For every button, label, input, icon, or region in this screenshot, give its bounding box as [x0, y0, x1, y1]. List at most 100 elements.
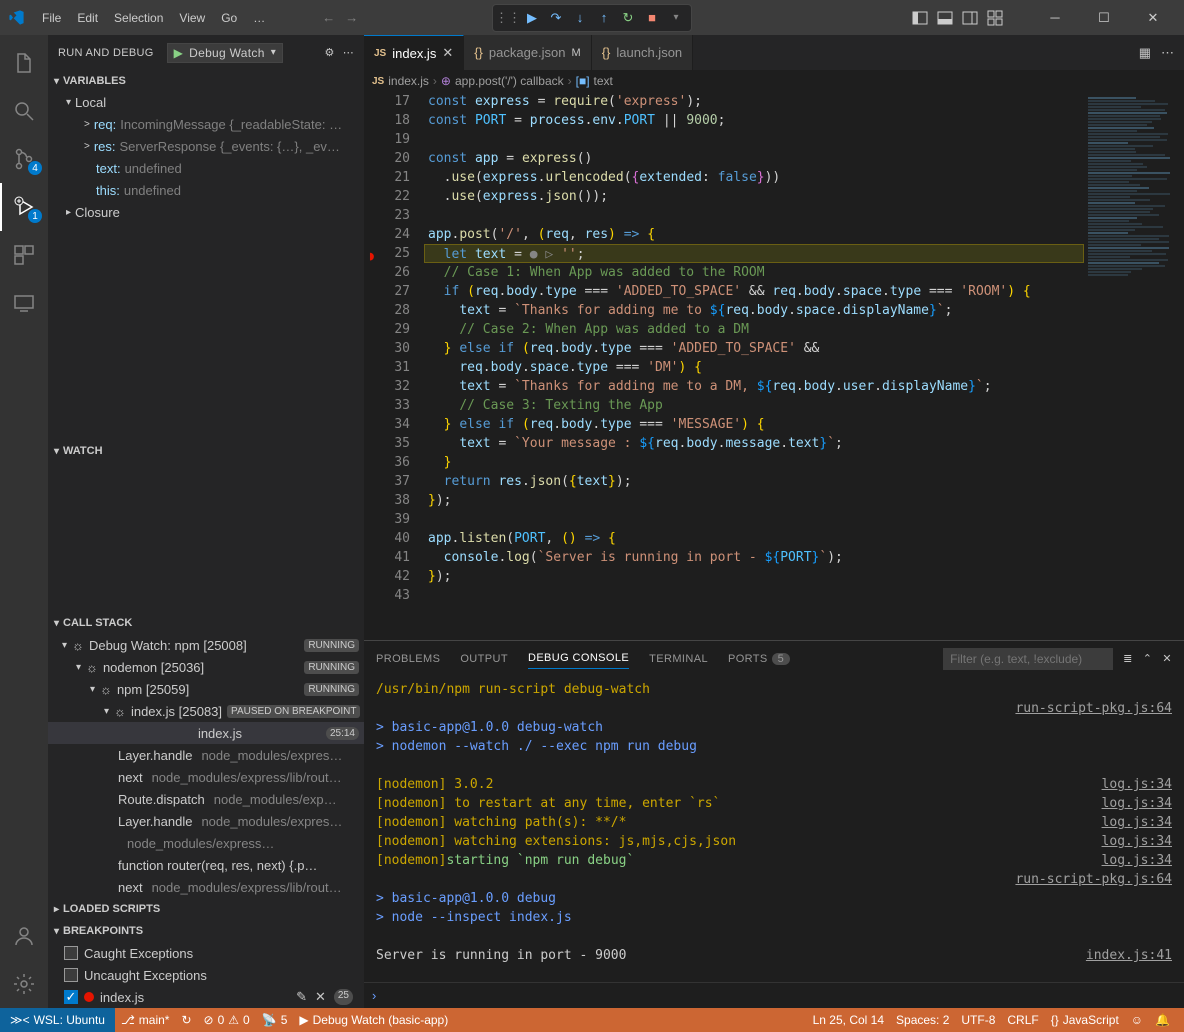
run-debug-icon[interactable]: 1: [0, 183, 48, 231]
panel-tab-terminal[interactable]: TERMINAL: [649, 649, 708, 669]
scope-local[interactable]: ▾Local: [48, 92, 364, 114]
menu-selection[interactable]: Selection: [107, 7, 170, 29]
callstack-row[interactable]: Layer.handlenode_modules/expres…: [48, 810, 364, 832]
indent-indicator[interactable]: Spaces: 2: [890, 1013, 955, 1027]
console-line: [nodemon] watching path(s): **/*log.js:3…: [376, 813, 1172, 832]
callstack-row[interactable]: ▾☼npm [25059]RUNNING: [48, 678, 364, 700]
menu-…[interactable]: …: [246, 7, 272, 29]
feedback-icon[interactable]: ☺: [1125, 1013, 1149, 1027]
step-into-icon[interactable]: ↓: [568, 6, 592, 30]
step-out-icon[interactable]: ↑: [592, 6, 616, 30]
scope-closure[interactable]: ▸Closure: [48, 202, 364, 222]
checkbox-icon[interactable]: ✓: [64, 990, 78, 1004]
callstack-section[interactable]: ▾CALL STACK: [48, 612, 364, 634]
more-icon[interactable]: ⋯: [343, 46, 354, 59]
bp-file[interactable]: ✓ index.js ✎ ✕ 25: [48, 986, 364, 1008]
callstack-row[interactable]: nextnode_modules/express/lib/rout…: [48, 876, 364, 898]
panel-tab-problems[interactable]: PROBLEMS: [376, 649, 440, 669]
menu-go[interactable]: Go: [214, 7, 244, 29]
debug-config-select[interactable]: ▶ Debug Watch ▾: [167, 43, 283, 63]
console-input[interactable]: ›: [364, 982, 1184, 1008]
tab-index.js[interactable]: JSindex.js✕: [364, 35, 464, 70]
continue-icon[interactable]: ▶: [520, 6, 544, 30]
breadcrumb[interactable]: JS index.js › ⊕ app.post('/') callback ›…: [364, 70, 1184, 92]
menu-file[interactable]: File: [35, 7, 68, 29]
callstack-row[interactable]: index.js25:14: [48, 722, 364, 744]
breakpoints-section[interactable]: ▾BREAKPOINTS: [48, 920, 364, 942]
nav-forward-icon[interactable]: →: [345, 10, 358, 25]
close-panel-icon[interactable]: ✕: [1162, 652, 1172, 665]
close-icon[interactable]: ✕: [442, 45, 453, 61]
search-icon[interactable]: [0, 87, 48, 135]
maximize-button[interactable]: ☐: [1081, 0, 1127, 35]
callstack-row[interactable]: Route.dispatchnode_modules/exp…: [48, 788, 364, 810]
customize-layout-icon[interactable]: [984, 7, 1006, 29]
cursor-position[interactable]: Ln 25, Col 14: [807, 1013, 890, 1027]
preview-icon[interactable]: ▦: [1139, 45, 1151, 61]
variable-row[interactable]: >res:ServerResponse {_events: {…}, _ev…: [48, 136, 364, 158]
source-control-icon[interactable]: 4: [0, 135, 48, 183]
checkbox-icon[interactable]: [64, 946, 78, 960]
callstack-row[interactable]: function router(req, res, next) {.p…: [48, 854, 364, 876]
nav-back-icon[interactable]: ←: [322, 10, 335, 25]
more-icon[interactable]: ⋯: [1161, 45, 1174, 61]
encoding-indicator[interactable]: UTF-8: [955, 1013, 1001, 1027]
loaded-scripts-section[interactable]: ▸LOADED SCRIPTS: [48, 898, 364, 920]
variables-section[interactable]: ▾VARIABLES: [48, 70, 364, 92]
accounts-icon[interactable]: [0, 912, 48, 960]
close-button[interactable]: ✕: [1130, 0, 1176, 35]
checkbox-icon[interactable]: [64, 968, 78, 982]
settings-gear-icon[interactable]: [0, 960, 48, 1008]
filter-input[interactable]: [943, 648, 1113, 670]
panel-tab-output[interactable]: OUTPUT: [460, 649, 508, 669]
bp-caught[interactable]: Caught Exceptions: [48, 942, 364, 964]
remote-indicator[interactable]: ≫< WSL: Ubuntu: [0, 1008, 115, 1032]
edit-icon[interactable]: ✎: [296, 989, 307, 1005]
remote-explorer-icon[interactable]: [0, 279, 48, 327]
menu-view[interactable]: View: [172, 7, 212, 29]
layout-right-icon[interactable]: [959, 7, 981, 29]
tab-package.json[interactable]: {}package.jsonM: [464, 35, 591, 70]
callstack-row[interactable]: ▾☼index.js [25083]PAUSED ON BREAKPOINT: [48, 700, 364, 722]
variable-row[interactable]: text:undefined: [48, 158, 364, 180]
bp-uncaught[interactable]: Uncaught Exceptions: [48, 964, 364, 986]
problems-indicator[interactable]: ⊘ 0 ⚠ 0: [198, 1013, 256, 1027]
layout-left-icon[interactable]: [909, 7, 931, 29]
filter-options-icon[interactable]: ≣: [1123, 652, 1133, 665]
callstack-row[interactable]: node_modules/express…: [48, 832, 364, 854]
callstack-row[interactable]: nextnode_modules/express/lib/rout…: [48, 766, 364, 788]
code-editor[interactable]: 1718192021222324◗25262728293031323334353…: [364, 92, 1184, 640]
ports-indicator[interactable]: 📡 5: [256, 1013, 294, 1027]
watch-section[interactable]: ▾WATCH: [48, 440, 364, 462]
drag-handle-icon[interactable]: ⋮⋮: [496, 6, 520, 30]
panel-tab-debug-console[interactable]: DEBUG CONSOLE: [528, 648, 629, 669]
extensions-icon[interactable]: [0, 231, 48, 279]
code-content[interactable]: const express = require('express');const…: [428, 92, 1084, 640]
debug-status[interactable]: ▶ Debug Watch (basic-app): [293, 1013, 454, 1027]
step-over-icon[interactable]: ↷: [544, 6, 568, 30]
explorer-icon[interactable]: [0, 39, 48, 87]
eol-indicator[interactable]: CRLF: [1001, 1013, 1044, 1027]
variable-row[interactable]: this:undefined: [48, 180, 364, 202]
menu-edit[interactable]: Edit: [70, 7, 105, 29]
remove-icon[interactable]: ✕: [315, 989, 326, 1005]
callstack-row[interactable]: ▾☼nodemon [25036]RUNNING: [48, 656, 364, 678]
panel-tab-ports[interactable]: PORTS5: [728, 649, 790, 669]
callstack-row[interactable]: Layer.handlenode_modules/expres…: [48, 744, 364, 766]
stop-icon[interactable]: ■: [640, 6, 664, 30]
maximize-panel-icon[interactable]: ⌃: [1143, 652, 1153, 665]
debug-console[interactable]: /usr/bin/npm run-script debug-watch run-…: [364, 676, 1184, 982]
layout-bottom-icon[interactable]: [934, 7, 956, 29]
notifications-icon[interactable]: 🔔: [1149, 1013, 1176, 1027]
minimize-button[interactable]: ─: [1032, 0, 1078, 35]
restart-icon[interactable]: ↻: [616, 6, 640, 30]
branch-indicator[interactable]: ⎇ main*: [115, 1013, 176, 1027]
debug-dropdown-icon[interactable]: ▾: [664, 6, 688, 30]
tab-launch.json[interactable]: {}launch.json: [592, 35, 693, 70]
minimap[interactable]: [1084, 92, 1184, 640]
language-indicator[interactable]: {} JavaScript: [1045, 1013, 1125, 1027]
variable-row[interactable]: >req:IncomingMessage {_readableState: …: [48, 114, 364, 136]
sync-indicator[interactable]: ↻: [175, 1013, 197, 1027]
gear-icon[interactable]: ⚙: [325, 46, 335, 59]
callstack-row[interactable]: ▾☼Debug Watch: npm [25008]RUNNING: [48, 634, 364, 656]
